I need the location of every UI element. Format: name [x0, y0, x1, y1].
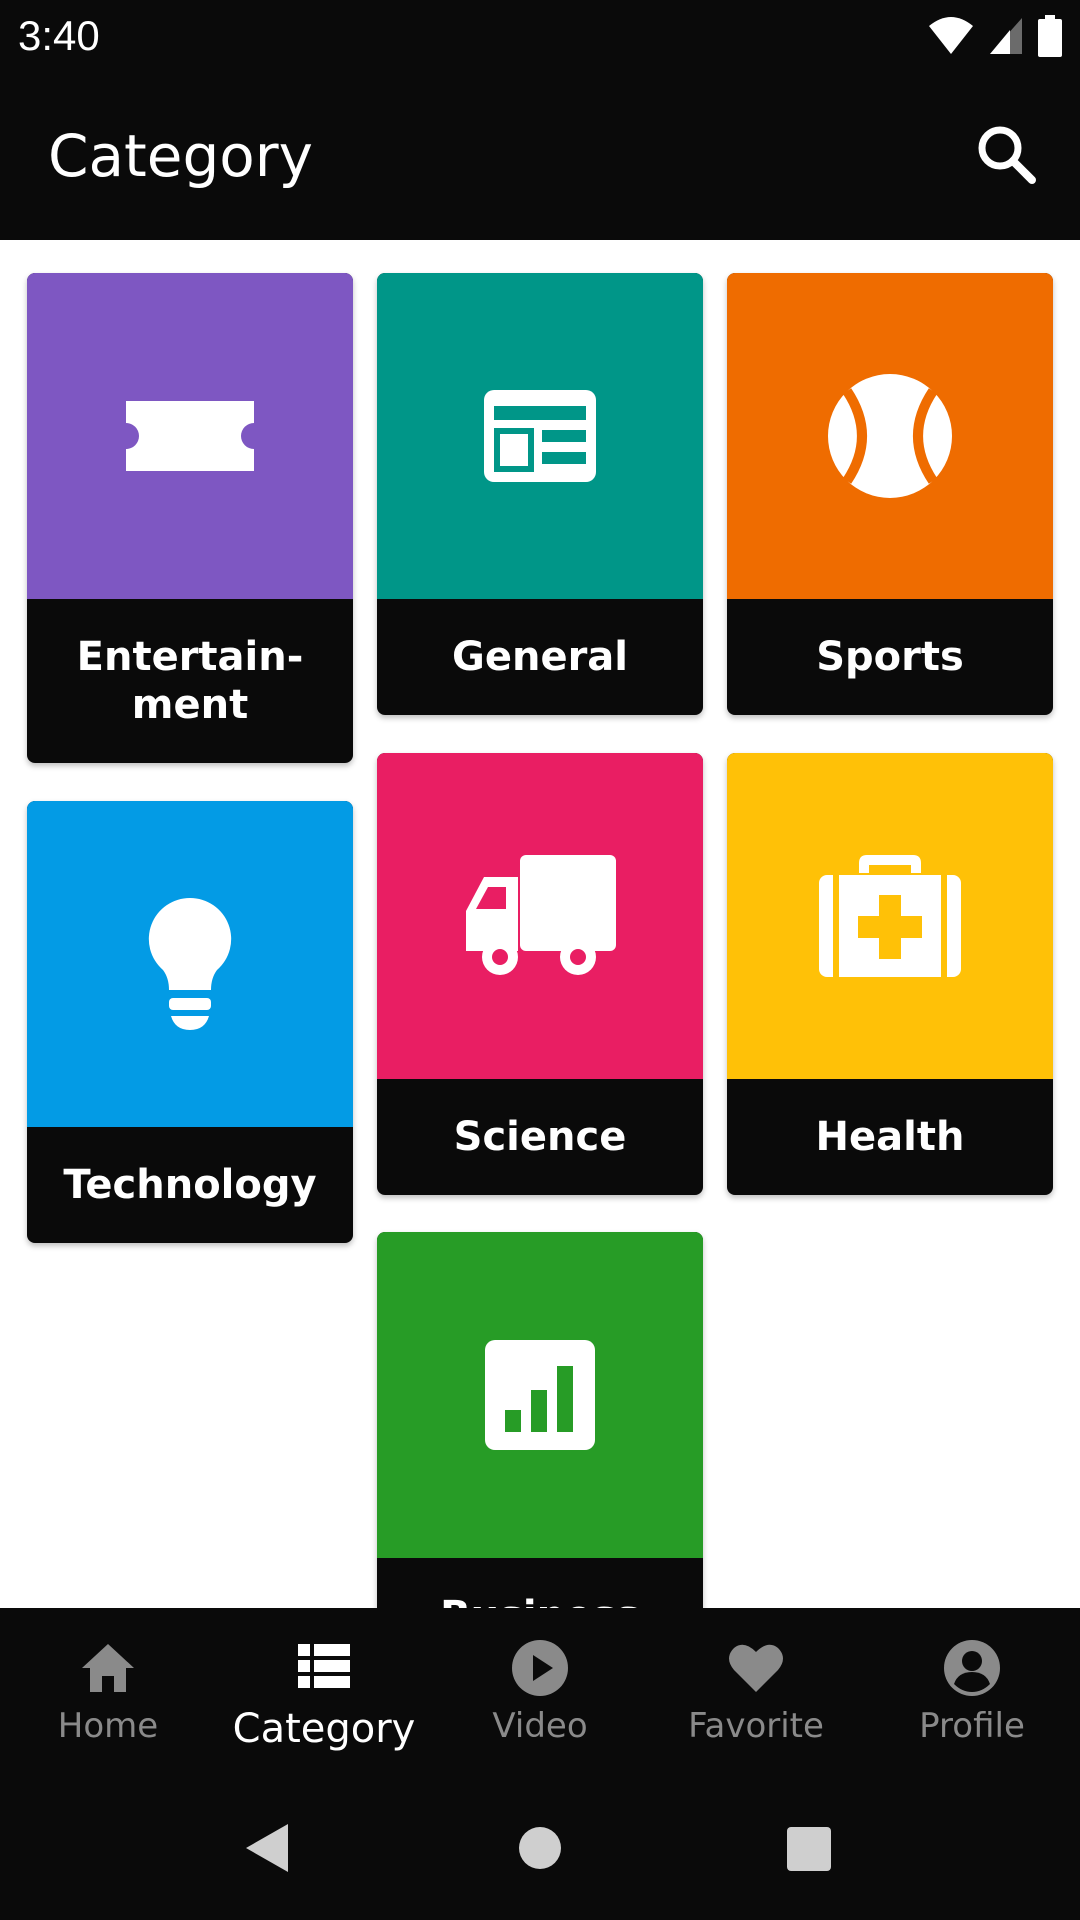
- bar-chart-icon: [485, 1340, 595, 1450]
- home-circle-icon[interactable]: [518, 1826, 562, 1870]
- back-icon[interactable]: [242, 1822, 290, 1874]
- category-card-science[interactable]: Science: [377, 753, 703, 1195]
- nav-label: Home: [57, 1706, 159, 1746]
- search-icon: [978, 126, 1036, 184]
- home-icon: [82, 1644, 134, 1692]
- category-card-sports[interactable]: Sports: [727, 273, 1053, 715]
- tennis-ball-icon: [828, 374, 952, 498]
- nav-item-home[interactable]: Home: [0, 1608, 216, 1776]
- ticket-icon: [126, 401, 254, 471]
- category-card-business[interactable]: Business: [377, 1232, 703, 1608]
- nav-item-favorite[interactable]: Favorite: [648, 1608, 864, 1776]
- newspaper-icon: [484, 390, 596, 482]
- category-card-entertainment[interactable]: Entertain-ment: [27, 273, 353, 763]
- category-label: Science: [453, 1114, 627, 1160]
- status-time: 3:40: [18, 12, 100, 59]
- medical-kit-icon: [819, 855, 961, 977]
- category-card-health[interactable]: Health: [727, 753, 1053, 1195]
- card-image: [377, 273, 703, 599]
- system-navigation-bar: [0, 1776, 1080, 1920]
- account-circle-icon: [944, 1640, 1000, 1696]
- list-icon: [298, 1644, 350, 1688]
- card-image: [377, 753, 703, 1079]
- card-image: [27, 801, 353, 1127]
- card-image: [377, 1232, 703, 1558]
- category-label: Business: [377, 1558, 703, 1608]
- battery-icon: [1038, 15, 1062, 57]
- truck-icon: [466, 855, 616, 975]
- app-bar: Category: [0, 72, 1080, 240]
- category-card-technology[interactable]: Technology: [27, 801, 353, 1243]
- card-image: [727, 273, 1053, 599]
- lightbulb-icon: [148, 897, 232, 1030]
- heart-icon: [729, 1644, 783, 1692]
- nav-label: Video: [492, 1706, 588, 1746]
- card-image: [727, 753, 1053, 1079]
- status-bar: 3:40: [0, 0, 1080, 72]
- category-card-general[interactable]: General: [377, 273, 703, 715]
- status-icons: [928, 14, 1062, 58]
- category-label: Sports: [816, 634, 964, 680]
- nav-label: Favorite: [688, 1706, 824, 1746]
- bottom-navigation: Home Category Video Favorite Profile: [0, 1608, 1080, 1776]
- category-label: Health: [815, 1114, 965, 1160]
- wifi-icon: [929, 17, 973, 54]
- category-grid: Entertain-ment General Sports Technology…: [0, 240, 1080, 1608]
- signal-icon: [990, 18, 1022, 54]
- play-circle-icon: [512, 1640, 568, 1696]
- category-label: Entertain-ment: [76, 634, 304, 728]
- nav-item-profile[interactable]: Profile: [864, 1608, 1080, 1776]
- search-button[interactable]: [972, 120, 1042, 190]
- category-label: Technology: [63, 1162, 317, 1208]
- category-label: General: [452, 634, 628, 680]
- page-title: Category: [48, 122, 313, 190]
- card-image: [27, 273, 353, 599]
- nav-label: Profile: [919, 1706, 1025, 1746]
- nav-label: Category: [232, 1706, 416, 1752]
- nav-item-video[interactable]: Video: [432, 1608, 648, 1776]
- recents-icon[interactable]: [786, 1826, 832, 1872]
- nav-item-category[interactable]: Category: [216, 1608, 432, 1776]
